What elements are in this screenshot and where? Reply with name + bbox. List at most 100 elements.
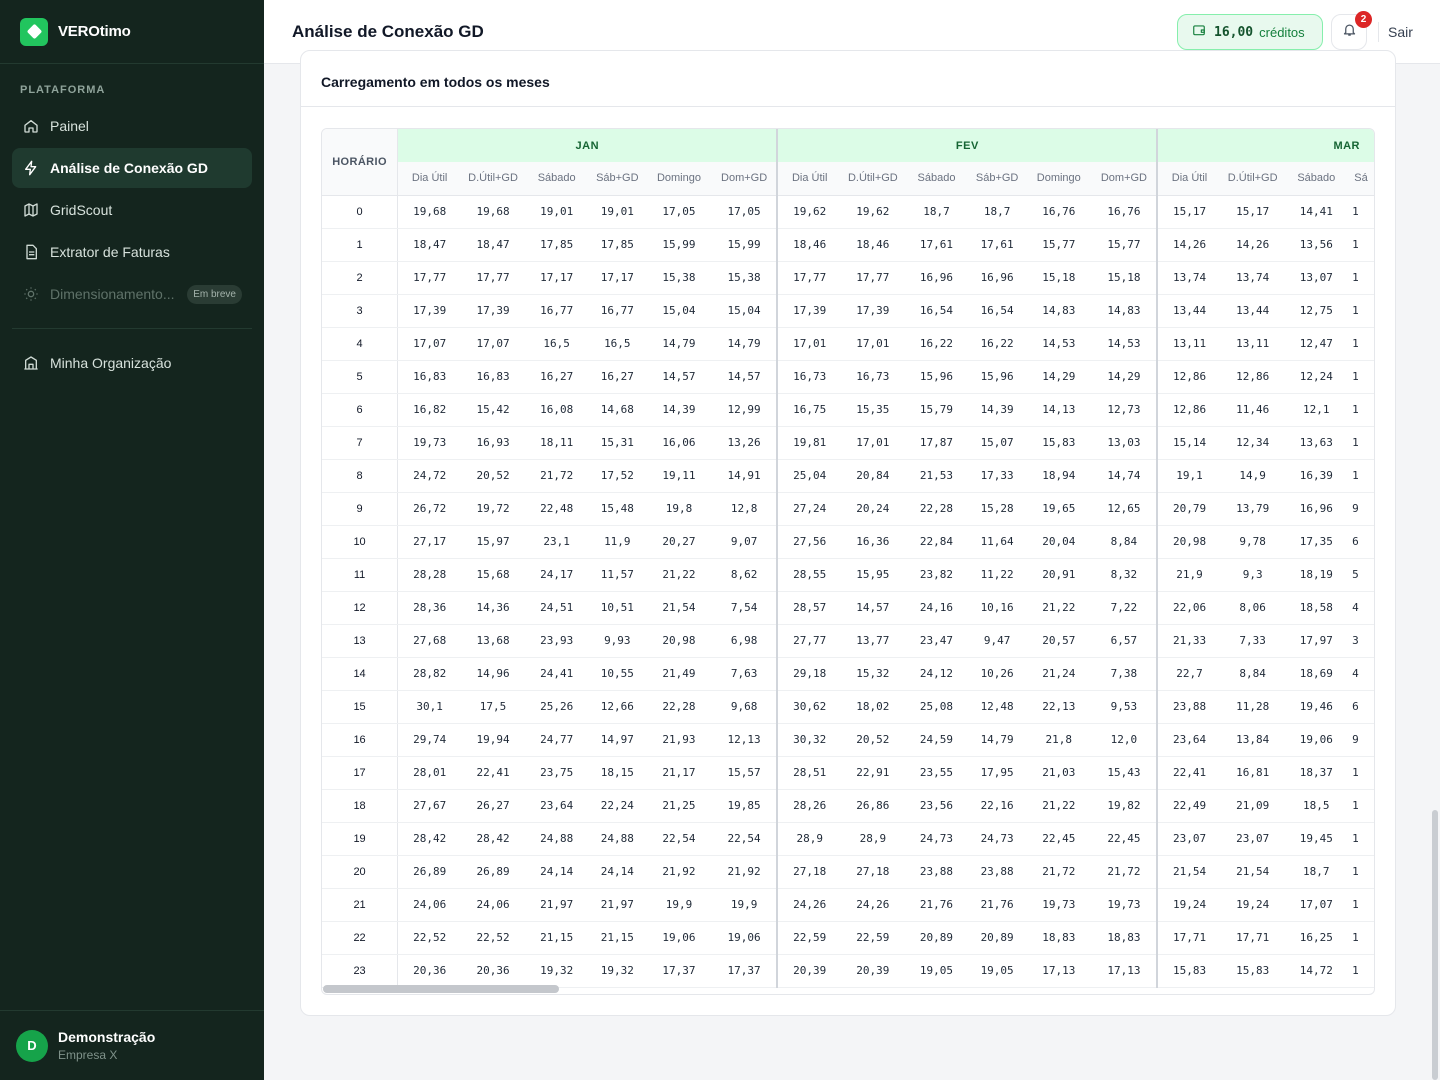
- sidebar: VEROtimo PLATAFORMA Painel Análise de Co…: [0, 0, 264, 1080]
- value-cell: 19,9: [646, 888, 712, 922]
- page-scrollbar[interactable]: [1432, 810, 1438, 1080]
- user-meta: Demonstração Empresa X: [58, 1029, 155, 1062]
- credits-button[interactable]: 16,00 créditos: [1177, 14, 1323, 50]
- table-row: 10 27,17 15,97 23,1 11,9 20,27 9,07 27,56 16,36 2…: [322, 525, 1374, 559]
- value-cell: 28,9: [776, 822, 841, 856]
- coming-soon-badge: Em breve: [187, 284, 242, 304]
- column-header[interactable]: Dia Útil: [397, 162, 462, 196]
- value-cell: 1: [1348, 261, 1374, 295]
- value-cell: 17,37: [646, 954, 712, 988]
- value-cell: 23,93: [524, 624, 589, 658]
- table-row: 22 22,52 22,52 21,15 21,15 19,06 19,06 22,59 22,…: [322, 921, 1374, 955]
- hour-column-header: HORÁRIO: [322, 129, 399, 196]
- value-cell: 16,76: [1091, 195, 1158, 229]
- sidebar-item-analise-conexao-gd[interactable]: Análise de Conexão GD: [12, 148, 252, 188]
- value-cell: 19,68: [397, 195, 462, 229]
- value-cell: 12,8: [711, 492, 778, 526]
- column-header[interactable]: Sábado: [1284, 162, 1349, 196]
- value-cell: 19,05: [968, 954, 1026, 988]
- column-header[interactable]: D.Útil+GD: [461, 162, 525, 196]
- value-cell: 14,39: [646, 393, 712, 427]
- value-cell: 16,27: [524, 360, 589, 394]
- column-header[interactable]: D.Útil+GD: [1220, 162, 1285, 196]
- value-cell: 12,65: [1091, 492, 1158, 526]
- value-cell: 1: [1348, 888, 1374, 922]
- column-header[interactable]: Dom+GD: [1091, 162, 1158, 196]
- value-cell: 24,88: [524, 822, 589, 856]
- value-cell: 18,15: [588, 756, 647, 790]
- value-cell: 17,39: [840, 294, 905, 328]
- value-cell: 17,35: [1284, 525, 1349, 559]
- value-cell: 20,84: [840, 459, 905, 493]
- value-cell: 17,17: [588, 261, 647, 295]
- value-cell: 20,39: [776, 954, 841, 988]
- value-cell: 14,39: [968, 393, 1026, 427]
- logout-link[interactable]: Sair: [1388, 24, 1413, 40]
- column-header[interactable]: Sá: [1348, 162, 1374, 196]
- value-cell: 17,01: [840, 327, 905, 361]
- column-header[interactable]: Sábado: [524, 162, 589, 196]
- sidebar-item-painel[interactable]: Painel: [12, 106, 252, 146]
- sidebar-item-minha-organizacao[interactable]: Minha Organização: [12, 343, 252, 383]
- sidebar-item-gridscout[interactable]: GridScout: [12, 190, 252, 230]
- table-row: 18 27,67 26,27 23,64 22,24 21,25 19,85 28,26 26,…: [322, 789, 1374, 823]
- value-cell: 1: [1348, 228, 1374, 262]
- value-cell: 18,7: [1284, 855, 1349, 889]
- value-cell: 7,63: [711, 657, 778, 691]
- column-header[interactable]: Dom+GD: [711, 162, 778, 196]
- column-header[interactable]: D.Útil+GD: [840, 162, 905, 196]
- value-cell: 11,57: [588, 558, 647, 592]
- horizontal-scrollbar[interactable]: [323, 985, 559, 993]
- value-cell: 17,13: [1025, 954, 1092, 988]
- value-cell: 28,42: [461, 822, 525, 856]
- value-cell: 21,53: [904, 459, 969, 493]
- value-cell: 8,84: [1091, 525, 1158, 559]
- value-cell: 16,77: [588, 294, 647, 328]
- value-cell: 17,85: [588, 228, 647, 262]
- column-header[interactable]: Domingo: [1025, 162, 1092, 196]
- value-cell: 19,73: [397, 426, 462, 460]
- value-cell: 13,68: [461, 624, 525, 658]
- month-header-jan: JAN: [397, 129, 778, 162]
- value-cell: 19,9: [711, 888, 778, 922]
- value-cell: 16,93: [461, 426, 525, 460]
- column-header[interactable]: Sábado: [904, 162, 969, 196]
- month-header-fev: FEV: [776, 129, 1158, 162]
- value-cell: 10,55: [588, 657, 647, 691]
- column-header[interactable]: Domingo: [646, 162, 712, 196]
- hour-cell: 17: [322, 756, 399, 790]
- value-cell: 1: [1348, 459, 1374, 493]
- value-cell: 24,26: [776, 888, 841, 922]
- value-cell: 20,89: [968, 921, 1026, 955]
- hour-cell: 0: [322, 195, 399, 229]
- value-cell: 15,17: [1156, 195, 1221, 229]
- month-header-row: HORÁRIO JAN FEV MAR: [322, 129, 1374, 196]
- value-cell: 14,13: [1025, 393, 1092, 427]
- value-cell: 17,61: [968, 228, 1026, 262]
- value-cell: 19,45: [1284, 822, 1349, 856]
- value-cell: 21,97: [588, 888, 647, 922]
- file-icon: [22, 243, 40, 261]
- notifications-button[interactable]: 2: [1331, 11, 1372, 50]
- column-header[interactable]: Sáb+GD: [968, 162, 1026, 196]
- sidebar-item-extrator-faturas[interactable]: Extrator de Faturas: [12, 232, 252, 272]
- value-cell: 21,93: [646, 723, 712, 757]
- value-cell: 16,96: [904, 261, 969, 295]
- value-cell: 15,43: [1091, 756, 1158, 790]
- value-cell: 12,47: [1284, 327, 1349, 361]
- column-header[interactable]: Sáb+GD: [588, 162, 647, 196]
- value-cell: 21,72: [1025, 855, 1092, 889]
- value-cell: 19,81: [776, 426, 841, 460]
- value-cell: 18,19: [1284, 558, 1349, 592]
- column-header[interactable]: Dia Útil: [776, 162, 841, 196]
- page-title: Análise de Conexão GD: [292, 21, 484, 41]
- user-profile[interactable]: D Demonstração Empresa X: [0, 1010, 264, 1080]
- column-header[interactable]: Dia Útil: [1156, 162, 1221, 196]
- value-cell: 13,74: [1156, 261, 1221, 295]
- table-row: 17 28,01 22,41 23,75 18,15 21,17 15,57 28,51 22,…: [322, 756, 1374, 790]
- brand[interactable]: VEROtimo: [0, 0, 264, 64]
- value-cell: 27,18: [840, 855, 905, 889]
- value-cell: 13,74: [1220, 261, 1285, 295]
- value-cell: 14,36: [461, 591, 525, 625]
- loading-table-container[interactable]: HORÁRIO JAN FEV MAR Dia Útil D.Útil+GD Sábad…: [321, 128, 1375, 995]
